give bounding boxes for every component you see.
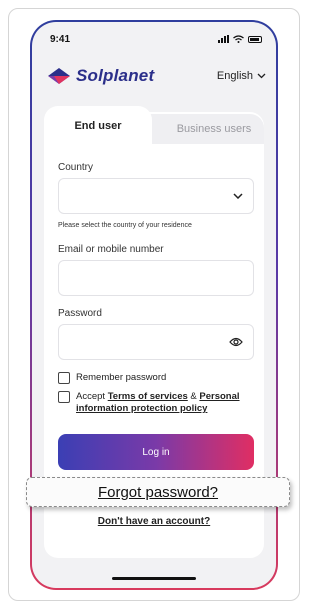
email-label: Email or mobile number: [58, 244, 164, 255]
remember-password-checkbox[interactable]: [58, 372, 70, 384]
forgot-password-link[interactable]: Forgot password?: [26, 477, 290, 507]
brand-logo: Solplanet: [46, 66, 154, 86]
remember-password-label: Remember password: [76, 372, 167, 383]
status-time: 9:41: [50, 33, 71, 45]
country-select[interactable]: [58, 178, 254, 214]
language-label: English: [216, 70, 253, 82]
accept-terms-row: Accept Terms of services & Personal info…: [58, 391, 254, 415]
accept-terms-text: Accept Terms of services & Personal info…: [76, 391, 240, 414]
brand-name: Solplanet: [76, 66, 155, 85]
tab-business-users[interactable]: Business users: [144, 114, 264, 144]
app-header: Solplanet English: [46, 62, 266, 90]
country-hint: Please select the country of your reside…: [58, 222, 192, 229]
chevron-down-icon: [257, 73, 266, 79]
language-selector[interactable]: English: [217, 70, 266, 82]
battery-icon: [248, 35, 262, 43]
solplanet-logo-icon: [48, 68, 70, 84]
tab-end-user[interactable]: End user: [44, 106, 152, 146]
status-icons: [218, 35, 262, 43]
sign-up-link[interactable]: Don't have an account?: [44, 516, 264, 527]
terms-link[interactable]: Terms of services: [108, 391, 188, 402]
signal-icon: [218, 35, 229, 43]
country-label: Country: [58, 162, 94, 173]
chevron-down-icon: [233, 193, 243, 199]
email-field[interactable]: [58, 260, 254, 296]
eye-icon[interactable]: [229, 337, 243, 347]
login-button[interactable]: Log in: [58, 434, 254, 470]
accept-terms-checkbox[interactable]: [58, 391, 70, 403]
user-type-tabs: Business users End user: [44, 106, 264, 146]
wifi-icon: [233, 35, 244, 43]
home-indicator: [112, 577, 196, 580]
status-bar: 9:41: [50, 32, 262, 46]
password-field[interactable]: [58, 324, 254, 360]
password-label: Password: [58, 308, 102, 319]
remember-password-row[interactable]: Remember password: [58, 372, 254, 384]
